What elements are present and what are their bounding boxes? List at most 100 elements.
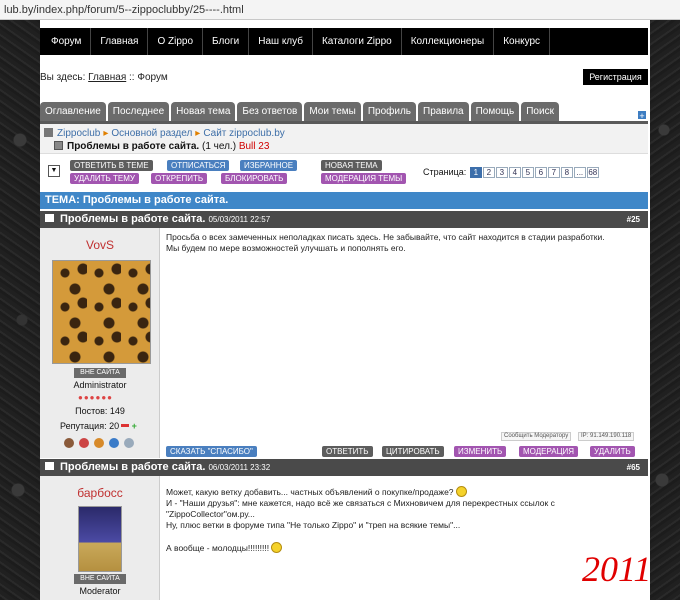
post-author-name[interactable]: VovS (40, 238, 160, 252)
post-icon (45, 214, 54, 222)
viewer-user[interactable]: Bull 23 (239, 141, 270, 152)
nav-home[interactable]: Главная (91, 28, 149, 55)
you-are-here: Вы здесь: Главная :: Форум (40, 72, 168, 83)
nav-forum[interactable]: Форум (42, 28, 92, 55)
tab-profile[interactable]: Профиль (362, 102, 416, 121)
gender-icon (79, 438, 89, 448)
page-ellipsis: ... (573, 167, 586, 178)
page-link[interactable]: 2 (482, 167, 495, 178)
post-author-name[interactable]: барбосс (40, 486, 160, 500)
post-number[interactable]: #25 (627, 211, 640, 228)
user-icon[interactable] (64, 438, 74, 448)
thanks-button[interactable]: СКАЗАТЬ "СПАСИБО" (166, 446, 257, 457)
post-title: Проблемы в работе сайта. (60, 213, 206, 225)
page-link[interactable]: 5 (521, 167, 534, 178)
post: барбосс ВНЕ САЙТА Moderator Может, какую… (40, 476, 648, 600)
post-line-text: А вообще - молодцы!!!!!!!!! (166, 543, 270, 553)
post-line: Ну, плюс ветки в форуме типа "Не только … (166, 520, 461, 530)
nav-contest[interactable]: Конкурс (494, 28, 551, 55)
breadcrumb-root[interactable]: Zippoclub (57, 128, 100, 139)
nav-club[interactable]: Наш клуб (249, 28, 313, 55)
post-line: Мы будем по мере возможностей улучшать и… (166, 243, 406, 253)
web-icon[interactable] (94, 438, 104, 448)
minus-icon[interactable] (121, 424, 130, 427)
nav-blogs[interactable]: Блоги (203, 28, 250, 55)
reputation: Репутация: 20 + (60, 421, 137, 431)
edit-button[interactable]: ИЗМЕНИТЬ (454, 446, 507, 457)
tab-rules[interactable]: Правила (418, 102, 469, 121)
report-moderator-link[interactable]: Сообщить Модератору (501, 432, 572, 441)
tab-search[interactable]: Поиск (521, 102, 559, 121)
tab-help[interactable]: Помощь (470, 102, 520, 121)
post-line: "ZippoCollector"ом.ру... (166, 509, 255, 519)
avatar[interactable] (52, 260, 151, 364)
year-caption: 2011 (582, 549, 652, 589)
tab-unanswered[interactable]: Без ответов (237, 102, 303, 121)
quote-button[interactable]: ЦИТИРОВАТЬ (382, 446, 444, 457)
pagination: Страница: 1 2 3 4 5 6 7 8... 68 (423, 167, 599, 178)
plus-icon[interactable]: + (132, 421, 137, 431)
nav-catalogs[interactable]: Каталоги Zippo (313, 28, 402, 55)
breadcrumb-section[interactable]: Основной раздел (111, 128, 192, 139)
page-link[interactable]: 6 (534, 167, 547, 178)
page-link[interactable]: 7 (547, 167, 560, 178)
post-number[interactable]: #65 (627, 459, 640, 476)
moderate-button[interactable]: МОДЕРАЦИЯ (519, 446, 579, 457)
post-title: Проблемы в работе сайта. (60, 461, 206, 473)
background-left (0, 20, 40, 600)
forum-tabs: Оглавление Последнее Новая тема Без отве… (40, 102, 559, 121)
viewer-count: (1 чел.) (201, 141, 237, 152)
user-role: Moderator (79, 586, 121, 596)
expand-icon[interactable]: + (637, 110, 647, 121)
pagination-label: Страница: (423, 167, 467, 177)
post: VovS ВНЕ САЙТА Administrator ●●●●●● Пост… (40, 228, 648, 458)
nav-collectors[interactable]: Коллекционеры (402, 28, 495, 55)
block-button[interactable]: БЛОКИРОВАТЬ (221, 173, 288, 184)
smiley-icon (271, 542, 283, 553)
post-body: Просьба о всех замеченных неполадках пис… (166, 232, 605, 254)
arrow-icon: ▸ (195, 128, 201, 139)
page-link[interactable]: 4 (508, 167, 521, 178)
breadcrumb-site[interactable]: Сайт zippoclub.by (203, 128, 284, 139)
nav-about-zippo[interactable]: О Zippo (148, 28, 204, 55)
delete-button[interactable]: УДАЛИТЬ (590, 446, 635, 457)
avatar[interactable] (78, 506, 122, 572)
user-role: Administrator (73, 380, 127, 390)
moderate-topic-button[interactable]: МОДЕРАЦИЯ ТЕМЫ (321, 173, 407, 184)
post-header: Проблемы в работе сайта. 06/03/2011 23:3… (40, 459, 648, 476)
post-header: Проблемы в работе сайта. 05/03/2011 22:5… (40, 211, 648, 228)
new-topic-button[interactable]: НОВАЯ ТЕМА (321, 160, 382, 171)
favorite-button[interactable]: ИЗБРАННОЕ (240, 160, 298, 171)
unpin-button[interactable]: ОТКРЕПИТЬ (151, 173, 208, 184)
address-bar[interactable]: lub.by/index.php/forum/5--zippoclubby/25… (0, 0, 680, 20)
page-link[interactable]: 68 (586, 167, 599, 178)
here-home-link[interactable]: Главная (88, 72, 126, 83)
tab-my-topics[interactable]: Мои темы (304, 102, 361, 121)
page-link[interactable]: 8 (560, 167, 573, 178)
post-line: А вообще - молодцы!!!!!!!!! (166, 542, 555, 554)
tab-index[interactable]: Оглавление (40, 102, 106, 121)
breadcrumb-topic: Проблемы в работе сайта. (1 чел.) Bull 2… (54, 141, 269, 152)
breadcrumb-path: Zippoclub ▸ Основной раздел ▸ Сайт zippoclub… (44, 128, 285, 139)
tab-new-topic[interactable]: Новая тема (171, 102, 236, 121)
chevron-down-icon[interactable]: ▼ (48, 165, 60, 177)
message-icon[interactable] (124, 438, 134, 448)
reply-button[interactable]: ОТВЕТИТЬ (322, 446, 373, 457)
post-line: Просьба о всех замеченных неполадках пис… (166, 232, 605, 242)
page-link[interactable]: 1 (469, 167, 482, 178)
delete-topic-button[interactable]: УДАЛИТЬ ТЕМУ (70, 173, 139, 184)
post-count: Постов: 149 (75, 406, 125, 416)
here-label: Вы здесь: (40, 72, 86, 83)
post-line (166, 531, 555, 542)
topic-header: ТЕМА: Проблемы в работе сайта. (40, 192, 648, 209)
reply-topic-button[interactable]: ОТВЕТИТЬ В ТЕМЕ (70, 160, 153, 171)
tab-recent[interactable]: Последнее (107, 102, 170, 121)
status-badge: ВНЕ САЙТА (74, 574, 126, 584)
page-link[interactable]: 3 (495, 167, 508, 178)
register-button[interactable]: Регистрация (583, 69, 648, 85)
globe-icon[interactable] (109, 438, 119, 448)
status-badge: ВНЕ САЙТА (74, 368, 126, 378)
post-line: И - "Наши друзья": мне кажется, надо всё… (166, 498, 555, 508)
unsubscribe-button[interactable]: ОТПИСАТЬСЯ (167, 160, 230, 171)
top-navigation: Форум Главная О Zippo Блоги Наш клуб Кат… (40, 28, 648, 55)
